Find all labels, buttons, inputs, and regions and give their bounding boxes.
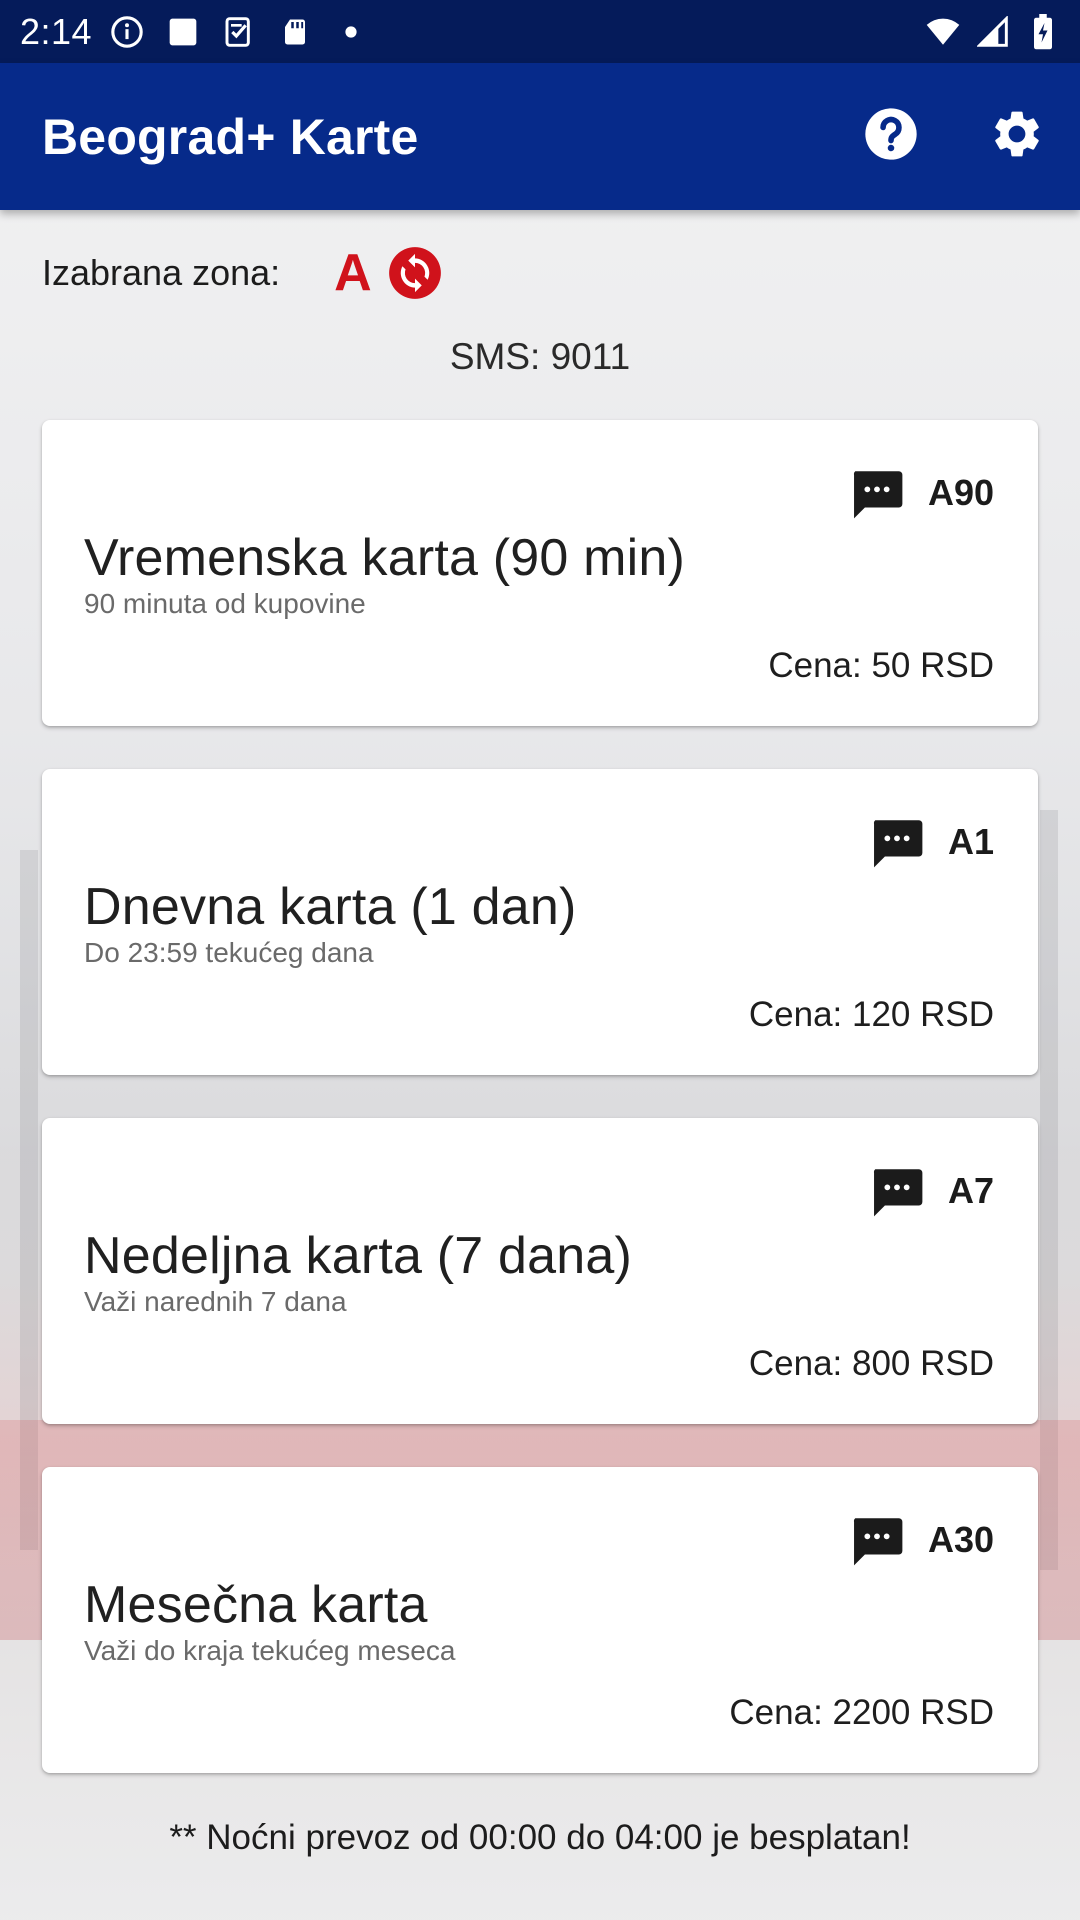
ticket-card-a1[interactable]: A1 Dnevna karta (1 dan) Do 23:59 tekućeg…: [42, 769, 1038, 1075]
ticket-name: Dnevna karta (1 dan): [84, 878, 577, 936]
zone-label: Izabrana zona:: [42, 252, 281, 293]
night-transport-note: ** Noćni prevoz od 00:00 do 04:00 je bes…: [169, 1818, 911, 1857]
ticket-card-a7[interactable]: A7 Nedeljna karta (7 dana) Važi narednih…: [42, 1118, 1038, 1424]
ticket-name: Mesečna karta: [84, 1576, 428, 1634]
info-icon: [110, 15, 144, 49]
zone-value[interactable]: A: [334, 243, 372, 303]
sms-icon: [873, 820, 923, 868]
ticket-price: Cena: 50 RSD: [768, 646, 994, 685]
ticket-card-a30[interactable]: A30 Mesečna karta Važi do kraja tekućeg …: [42, 1467, 1038, 1773]
ticket-description: Važi do kraja tekućeg meseca: [84, 1635, 456, 1666]
app-title: Beograd+ Karte: [42, 108, 419, 165]
status-time: 2:14: [20, 10, 93, 52]
ticket-description: Do 23:59 tekućeg dana: [84, 937, 374, 968]
dot-icon: [334, 15, 368, 49]
ticket-card-a90[interactable]: A90 Vremenska karta (90 min) 90 minuta o…: [42, 420, 1038, 726]
ticket-price: Cena: 2200 RSD: [729, 1693, 994, 1732]
ticket-code: A1: [947, 821, 994, 862]
ticket-code: A7: [947, 1170, 994, 1211]
ticket-price: Cena: 800 RSD: [748, 1344, 994, 1383]
ticket-price: Cena: 120 RSD: [748, 995, 994, 1034]
ticket-name: Nedeljna karta (7 dana): [84, 1227, 633, 1285]
task-icon: [222, 15, 256, 49]
swap-zone-icon: [388, 247, 441, 299]
sms-icon: [873, 1169, 923, 1217]
app-bar: Beograd+ Karte: [0, 63, 1080, 210]
sms-icon: [853, 1518, 903, 1566]
zone-switch-button[interactable]: [388, 246, 442, 300]
ticket-code: A90: [927, 472, 994, 513]
ticket-code: A30: [927, 1519, 994, 1560]
sms-number: SMS: 9011: [449, 336, 631, 377]
zone-row: Izabrana zona: A: [42, 244, 442, 302]
help-icon: [863, 106, 919, 167]
ticket-description: 90 minuta od kupovine: [84, 588, 366, 619]
square-icon: [166, 15, 200, 49]
status-bar: 2:14: [0, 0, 1080, 63]
ticket-name: Vremenska karta (90 min): [84, 529, 686, 587]
wifi-icon: [926, 15, 960, 49]
settings-button[interactable]: [954, 74, 1080, 200]
help-button[interactable]: [828, 74, 954, 200]
battery-charging-icon: [1026, 13, 1060, 49]
sms-icon: [853, 471, 903, 519]
sd-card-icon: [278, 15, 312, 49]
cell-signal-icon: [976, 15, 1010, 49]
settings-icon: [989, 106, 1045, 167]
ticket-description: Važi narednih 7 dana: [84, 1286, 347, 1317]
